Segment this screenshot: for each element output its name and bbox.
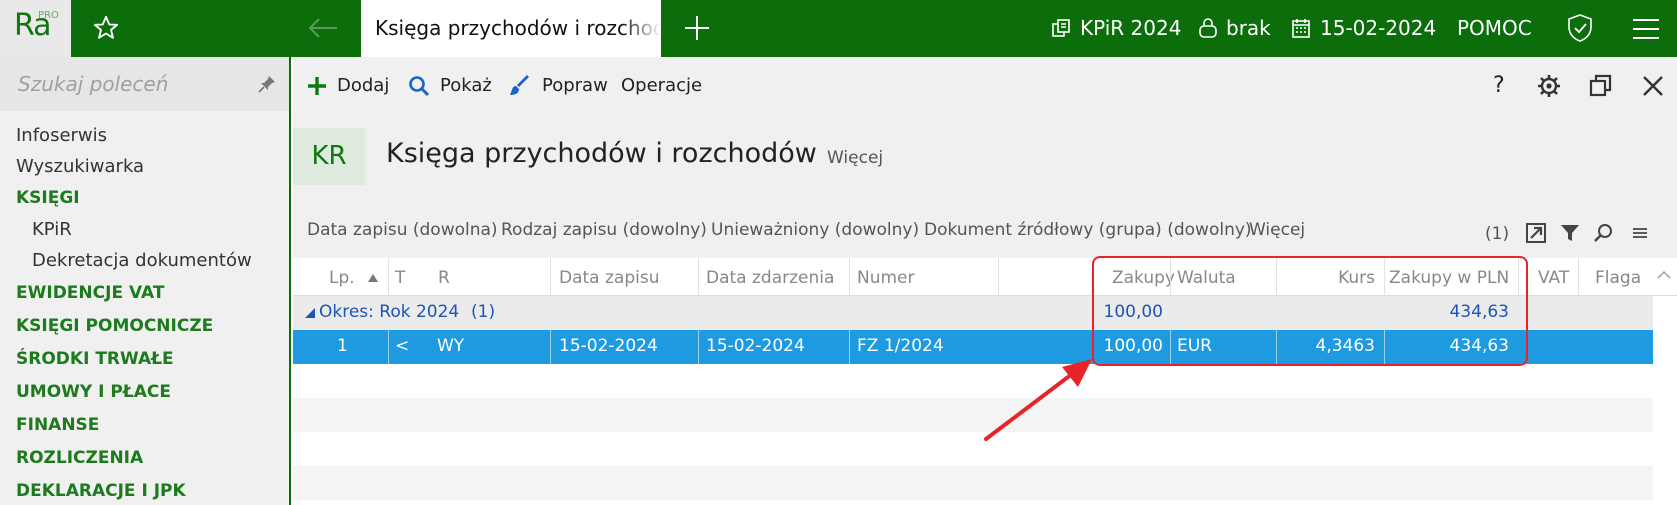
filter-icon[interactable] <box>1559 222 1581 244</box>
command-search-input[interactable] <box>18 69 248 99</box>
cell-zakupy-pln: 434,63 <box>1449 336 1509 356</box>
tab-kpir[interactable]: Księga przychodów i rozchodów <box>361 0 661 57</box>
empty-row <box>293 432 1653 466</box>
grid-menu-icon[interactable] <box>1629 222 1651 244</box>
app-logo[interactable]: Ra PRO <box>0 0 71 57</box>
col-zakupy-pln[interactable]: Zakupy w PLN <box>1389 268 1509 288</box>
grid-header: Lp. T R Data zapisu Data zdarzenia Numer… <box>293 258 1677 296</box>
pin-icon[interactable] <box>258 75 276 93</box>
sort-asc-icon <box>368 274 378 282</box>
sidebar-group-ksiegi[interactable]: KSIĘGI <box>16 188 80 208</box>
header-more-link[interactable]: Więcej <box>827 148 883 168</box>
cell-numer: FZ 1/2024 <box>857 336 944 356</box>
help-menu[interactable]: POMOC <box>1457 0 1532 57</box>
table-row[interactable]: 1 < WY 15-02-2024 15-02-2024 FZ 1/2024 1… <box>293 330 1653 364</box>
filter-dokument-zrodlowy[interactable]: Dokument źródłowy (grupa) (dowolny) <box>924 220 1252 240</box>
page-header: KR Księga przychodów i rozchodów Więcej <box>293 114 1677 202</box>
work-date[interactable]: 15-02-2024 <box>1320 0 1436 57</box>
sidebar-item-infoserwis[interactable]: Infoserwis <box>16 125 107 146</box>
sidebar-item-dekretacja[interactable]: Dekretacja dokumentów <box>32 250 252 271</box>
cell-data-zdarzenia: 15-02-2024 <box>706 336 805 356</box>
empty-row <box>293 466 1653 500</box>
col-numer[interactable]: Numer <box>857 268 915 288</box>
cell-r: WY <box>437 336 465 356</box>
sidebar-item-wyszukiwarka[interactable]: Wyszukiwarka <box>16 156 144 177</box>
record-count: (1) <box>1485 224 1510 244</box>
lock-status[interactable]: brak <box>1226 0 1271 57</box>
sidebar-group-ewidencje-vat[interactable]: EWIDENCJE VAT <box>16 283 164 303</box>
operations-menu[interactable]: Operacje <box>621 57 702 114</box>
cell-data-zapisu: 15-02-2024 <box>559 336 658 356</box>
col-zakupy[interactable]: Zakupy <box>1105 268 1175 288</box>
sidebar-group-deklaracje-jpk[interactable]: DEKLARACJE I JPK <box>16 481 186 501</box>
sidebar-group-umowy-i-place[interactable]: UMOWY I PŁACE <box>16 382 171 402</box>
sidebar: Infoserwis Wyszukiwarka KSIĘGI KPiR Dekr… <box>0 57 291 505</box>
toolbar: Dodaj Pokaż Popraw Operacje ? <box>293 57 1677 114</box>
group-label: Okres: Rok 2024 <box>319 302 460 322</box>
logo-badge: PRO <box>38 10 59 21</box>
kpir-year-selector[interactable]: KPiR 2024 <box>1080 0 1181 57</box>
col-vat[interactable]: VAT <box>1538 268 1569 288</box>
top-bar: Ra PRO Księga przychodów i rozchodów KPi… <box>0 0 1677 57</box>
shield-icon[interactable] <box>1566 13 1594 43</box>
add-button[interactable]: Dodaj <box>337 57 389 114</box>
star-icon[interactable] <box>92 14 120 42</box>
search-grid-icon[interactable] <box>1593 222 1615 244</box>
group-row[interactable]: Okres: Rok 2024 (1) 100,00 434,63 <box>293 296 1653 330</box>
col-flaga[interactable]: Flaga <box>1595 268 1641 288</box>
cell-waluta: EUR <box>1177 336 1212 356</box>
collapse-triangle-icon[interactable] <box>305 308 315 318</box>
cell-kurs: 4,3463 <box>1315 336 1375 356</box>
cell-lp: 1 <box>337 336 348 356</box>
page-title: Księga przychodów i rozchodów <box>386 138 817 169</box>
col-lp[interactable]: Lp. <box>329 268 355 288</box>
new-tab-icon[interactable] <box>683 14 711 42</box>
back-arrow-icon[interactable] <box>306 14 340 42</box>
group-sum-zakupy-pln: 434,63 <box>1449 302 1509 322</box>
module-badge: KR <box>293 128 365 185</box>
search-icon <box>409 76 430 97</box>
col-t[interactable]: T <box>395 268 405 288</box>
export-icon[interactable] <box>1525 222 1547 244</box>
empty-row <box>293 364 1653 398</box>
group-count: (1) <box>471 302 496 322</box>
filter-bar: Data zapisu (dowolna) Rodzaj zapisu (dow… <box>293 202 1677 258</box>
ledger-grid: Lp. T R Data zapisu Data zdarzenia Numer… <box>293 258 1677 505</box>
col-kurs[interactable]: Kurs <box>1295 268 1375 288</box>
sidebar-item-kpir[interactable]: KPiR <box>32 219 72 240</box>
edit-button[interactable]: Popraw <box>542 57 608 114</box>
empty-row <box>293 398 1653 432</box>
plus-icon <box>308 77 326 95</box>
sidebar-group-ksiegi-pomocnicze[interactable]: KSIĘGI POMOCNICZE <box>16 316 213 336</box>
cell-t: < <box>395 336 410 356</box>
hamburger-menu-icon[interactable] <box>1632 18 1660 40</box>
sidebar-group-rozliczenia[interactable]: ROZLICZENIA <box>16 448 143 468</box>
filter-more[interactable]: Więcej <box>1249 220 1305 240</box>
calendar-icon <box>1292 19 1310 38</box>
show-button[interactable]: Pokaż <box>440 57 492 114</box>
lock-icon <box>1199 18 1217 38</box>
filter-uniewazniony[interactable]: Unieważniony (dowolny) <box>711 220 919 240</box>
command-search <box>0 57 289 111</box>
close-icon[interactable] <box>1639 72 1667 100</box>
filter-rodzaj-zapisu[interactable]: Rodzaj zapisu (dowolny) <box>501 220 707 240</box>
filter-data-zapisu[interactable]: Data zapisu (dowolna) <box>307 220 498 240</box>
sidebar-group-srodki-trwale[interactable]: ŚRODKI TRWAŁE <box>16 349 174 369</box>
cell-zakupy: 100,00 <box>1103 336 1163 356</box>
col-waluta[interactable]: Waluta <box>1177 268 1236 288</box>
ledger-icon <box>1052 19 1070 37</box>
gear-icon[interactable] <box>1535 72 1563 100</box>
sidebar-group-finanse[interactable]: FINANSE <box>16 415 99 435</box>
group-sum-zakupy: 100,00 <box>1103 302 1163 322</box>
col-r[interactable]: R <box>438 268 450 288</box>
col-data-zapisu[interactable]: Data zapisu <box>559 268 659 288</box>
restore-window-icon[interactable] <box>1587 72 1615 100</box>
scroll-up-icon[interactable] <box>1655 266 1673 284</box>
help-button[interactable]: ? <box>1493 57 1505 114</box>
brush-icon <box>510 75 529 95</box>
col-data-zdarzenia[interactable]: Data zdarzenia <box>706 268 834 288</box>
